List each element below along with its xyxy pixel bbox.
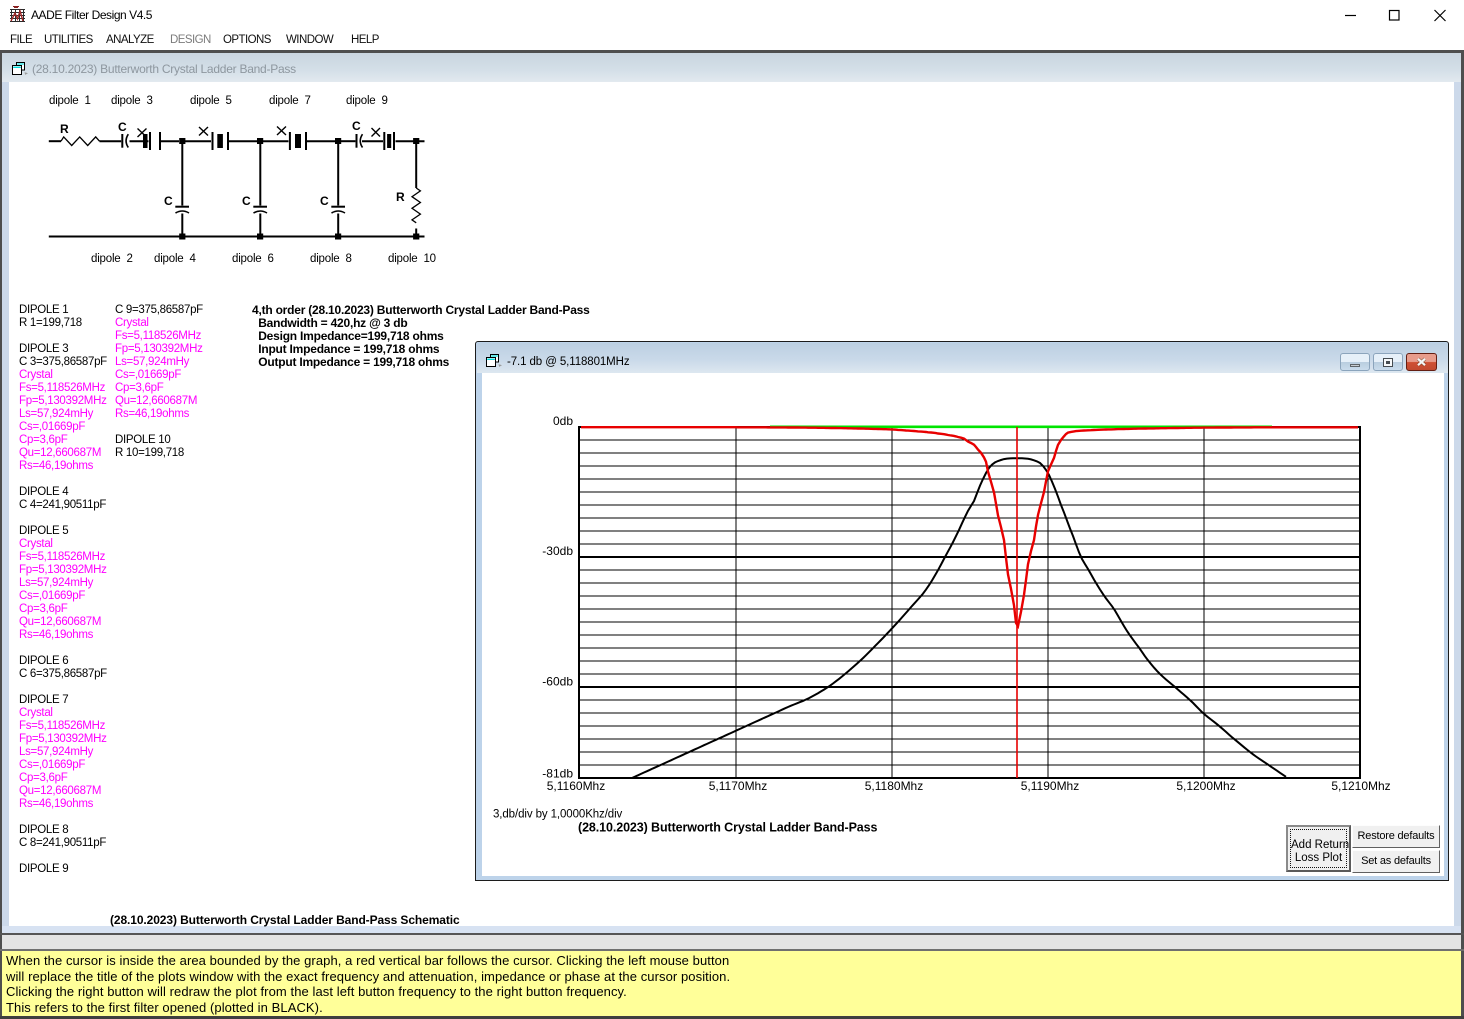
svg-text:(28.10.2023) Butterworth Cryst: (28.10.2023) Butterworth Crystal Ladder … bbox=[578, 821, 878, 835]
svg-text:dipole 1: dipole 1 bbox=[49, 95, 91, 107]
svg-text:dipole 8: dipole 8 bbox=[310, 253, 352, 265]
svg-text:C: C bbox=[118, 120, 127, 134]
svg-text:C: C bbox=[242, 194, 251, 208]
svg-text:5,1170Mhz: 5,1170Mhz bbox=[709, 779, 767, 793]
svg-text:C: C bbox=[164, 194, 173, 208]
svg-text:5,1160Mhz: 5,1160Mhz bbox=[547, 779, 605, 793]
svg-text:5,1180Mhz: 5,1180Mhz bbox=[865, 779, 923, 793]
svg-text:dipole 3: dipole 3 bbox=[111, 95, 153, 107]
svg-text:dipole 6: dipole 6 bbox=[232, 253, 274, 265]
svg-text:-60db: -60db bbox=[542, 675, 573, 689]
svg-text:dipole 4: dipole 4 bbox=[154, 253, 196, 265]
svg-text:-30db: -30db bbox=[542, 544, 573, 558]
svg-text:dipole 5: dipole 5 bbox=[190, 95, 232, 107]
svg-text:3,db/div by 1,0000Khz/div: 3,db/div by 1,0000Khz/div bbox=[493, 809, 623, 821]
svg-text:dipole 9: dipole 9 bbox=[346, 95, 388, 107]
svg-text:0db: 0db bbox=[553, 414, 573, 428]
svg-text:5,1200Mhz: 5,1200Mhz bbox=[1176, 779, 1235, 793]
svg-text:5,1210Mhz: 5,1210Mhz bbox=[1331, 779, 1390, 793]
svg-text:R: R bbox=[60, 122, 69, 136]
svg-text:5,1190Mhz: 5,1190Mhz bbox=[1021, 779, 1079, 793]
svg-text:dipole 10: dipole 10 bbox=[388, 253, 436, 265]
svg-text:R: R bbox=[396, 190, 405, 204]
svg-text:C: C bbox=[320, 194, 329, 208]
svg-text:dipole 2: dipole 2 bbox=[91, 253, 133, 265]
svg-text:C: C bbox=[352, 119, 361, 133]
svg-text:dipole 7: dipole 7 bbox=[269, 95, 311, 107]
